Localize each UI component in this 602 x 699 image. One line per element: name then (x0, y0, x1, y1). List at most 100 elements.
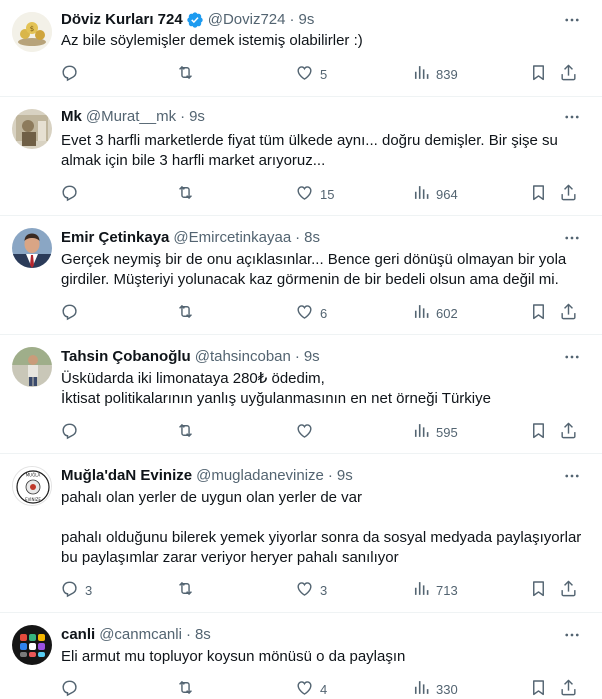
view-count: 330 (436, 681, 458, 697)
tweet[interactable]: $ Döviz Kurları 724 @Doviz724 · 9s Az bi… (0, 0, 602, 97)
avatar[interactable]: $ (12, 12, 52, 52)
share-button[interactable] (559, 184, 578, 204)
retweet-icon (176, 421, 195, 443)
retweet-icon (176, 302, 195, 324)
tweet-text: pahalı olan yerler de uygun olan yerler … (61, 489, 582, 566)
tweet[interactable]: Tahsin Çobanoğlu @tahsincoban · 9s Üsküd… (0, 335, 602, 454)
views-button[interactable]: 595 (411, 422, 458, 442)
retweet-button[interactable] (176, 303, 201, 323)
more-options-icon[interactable] (562, 228, 582, 248)
reply-icon (60, 63, 79, 85)
bookmark-button[interactable] (529, 184, 548, 204)
bookmark-button[interactable] (529, 679, 548, 699)
retweet-button[interactable] (176, 580, 201, 600)
tweet[interactable]: canli @canmcanli · 8s Eli armut mu toplu… (0, 613, 602, 699)
reply-button[interactable] (60, 422, 85, 442)
author-handle[interactable]: @Emircetinkayaa (173, 228, 291, 248)
timestamp[interactable]: 8s (304, 228, 320, 248)
like-button[interactable]: 5 (295, 64, 327, 84)
share-button[interactable] (559, 580, 578, 600)
avatar[interactable] (12, 228, 52, 268)
timestamp[interactable]: 9s (189, 107, 205, 127)
retweet-button[interactable] (176, 679, 201, 699)
reply-icon (60, 421, 79, 443)
separator-dot: · (327, 467, 333, 484)
author-handle[interactable]: @mugladanevinize (196, 466, 324, 486)
share-icon (559, 579, 578, 601)
like-button[interactable]: 6 (295, 303, 327, 323)
reply-count: 3 (85, 582, 93, 598)
author-handle[interactable]: @Murat__mk (86, 107, 176, 127)
tweet[interactable]: Emir Çetinkaya @Emircetinkayaa · 8s Gerç… (0, 216, 602, 335)
reply-button[interactable] (60, 303, 85, 323)
views-button[interactable]: 839 (411, 64, 458, 84)
view-count: 602 (436, 305, 458, 321)
bookmark-button[interactable] (529, 580, 548, 600)
retweet-button[interactable] (176, 422, 201, 442)
svg-text:MUĞLA: MUĞLA (26, 473, 41, 478)
author-name[interactable]: Emir Çetinkaya (61, 228, 169, 248)
tweet[interactable]: MUĞLA EVINIZE Muğla'daN Evinize @muglada… (0, 454, 602, 613)
tweet-actions: 595 (52, 422, 586, 442)
tweet-actions: 4 330 (52, 679, 586, 699)
author-name[interactable]: Muğla'daN Evinize (61, 466, 192, 486)
author-handle[interactable]: @tahsincoban (195, 347, 291, 367)
avatar[interactable] (12, 347, 52, 387)
avatar[interactable] (12, 109, 52, 149)
share-button[interactable] (559, 422, 578, 442)
author-name[interactable]: Döviz Kurları 724 (61, 10, 183, 30)
view-count: 964 (436, 186, 458, 202)
timestamp[interactable]: 8s (195, 625, 211, 645)
share-button[interactable] (559, 303, 578, 323)
share-button[interactable] (559, 679, 578, 699)
timestamp[interactable]: 9s (298, 10, 314, 30)
views-button[interactable]: 713 (411, 580, 458, 600)
like-button[interactable] (295, 422, 320, 442)
reply-button[interactable] (60, 679, 85, 699)
author-name[interactable]: Mk (61, 107, 82, 127)
bookmark-button[interactable] (529, 64, 548, 84)
like-button[interactable]: 4 (295, 679, 327, 699)
views-button[interactable]: 964 (411, 184, 458, 204)
timestamp[interactable]: 9s (304, 347, 320, 367)
tweet-actions: 5 839 (52, 64, 586, 84)
verified-badge-icon (186, 11, 204, 29)
avatar[interactable]: MUĞLA EVINIZE (12, 466, 52, 506)
like-button[interactable]: 15 (295, 184, 334, 204)
author-handle[interactable]: @canmcanli (99, 625, 182, 645)
author-name[interactable]: canli (61, 625, 95, 645)
timestamp[interactable]: 9s (337, 466, 353, 486)
reply-button[interactable] (60, 184, 85, 204)
bookmark-button[interactable] (529, 422, 548, 442)
more-options-icon[interactable] (562, 466, 582, 486)
share-icon (559, 302, 578, 324)
like-count: 6 (320, 305, 328, 321)
retweet-icon (176, 63, 195, 85)
reply-button[interactable]: 3 (60, 580, 92, 600)
bookmark-button[interactable] (529, 303, 548, 323)
heart-icon (295, 421, 314, 443)
tweet[interactable]: Mk @Murat__mk · 9s Evet 3 harfli marketl… (0, 97, 602, 216)
more-options-icon[interactable] (562, 625, 582, 645)
views-button[interactable]: 602 (411, 303, 458, 323)
retweet-button[interactable] (176, 64, 201, 84)
like-count: 3 (320, 582, 328, 598)
more-options-icon[interactable] (562, 347, 582, 367)
retweet-icon (176, 183, 195, 205)
views-chart-icon (411, 183, 430, 205)
like-button[interactable]: 3 (295, 580, 327, 600)
bookmark-icon (529, 421, 548, 443)
avatar[interactable] (12, 625, 52, 665)
like-count: 4 (320, 681, 328, 697)
share-button[interactable] (559, 64, 578, 84)
share-icon (559, 421, 578, 443)
retweet-button[interactable] (176, 184, 201, 204)
more-options-icon[interactable] (562, 10, 582, 30)
reply-button[interactable] (60, 64, 85, 84)
more-options-icon[interactable] (562, 107, 582, 127)
views-button[interactable]: 330 (411, 679, 458, 699)
author-handle[interactable]: @Doviz724 (208, 10, 286, 30)
views-chart-icon (411, 421, 430, 443)
author-name[interactable]: Tahsin Çobanoğlu (61, 347, 191, 367)
heart-icon (295, 183, 314, 205)
